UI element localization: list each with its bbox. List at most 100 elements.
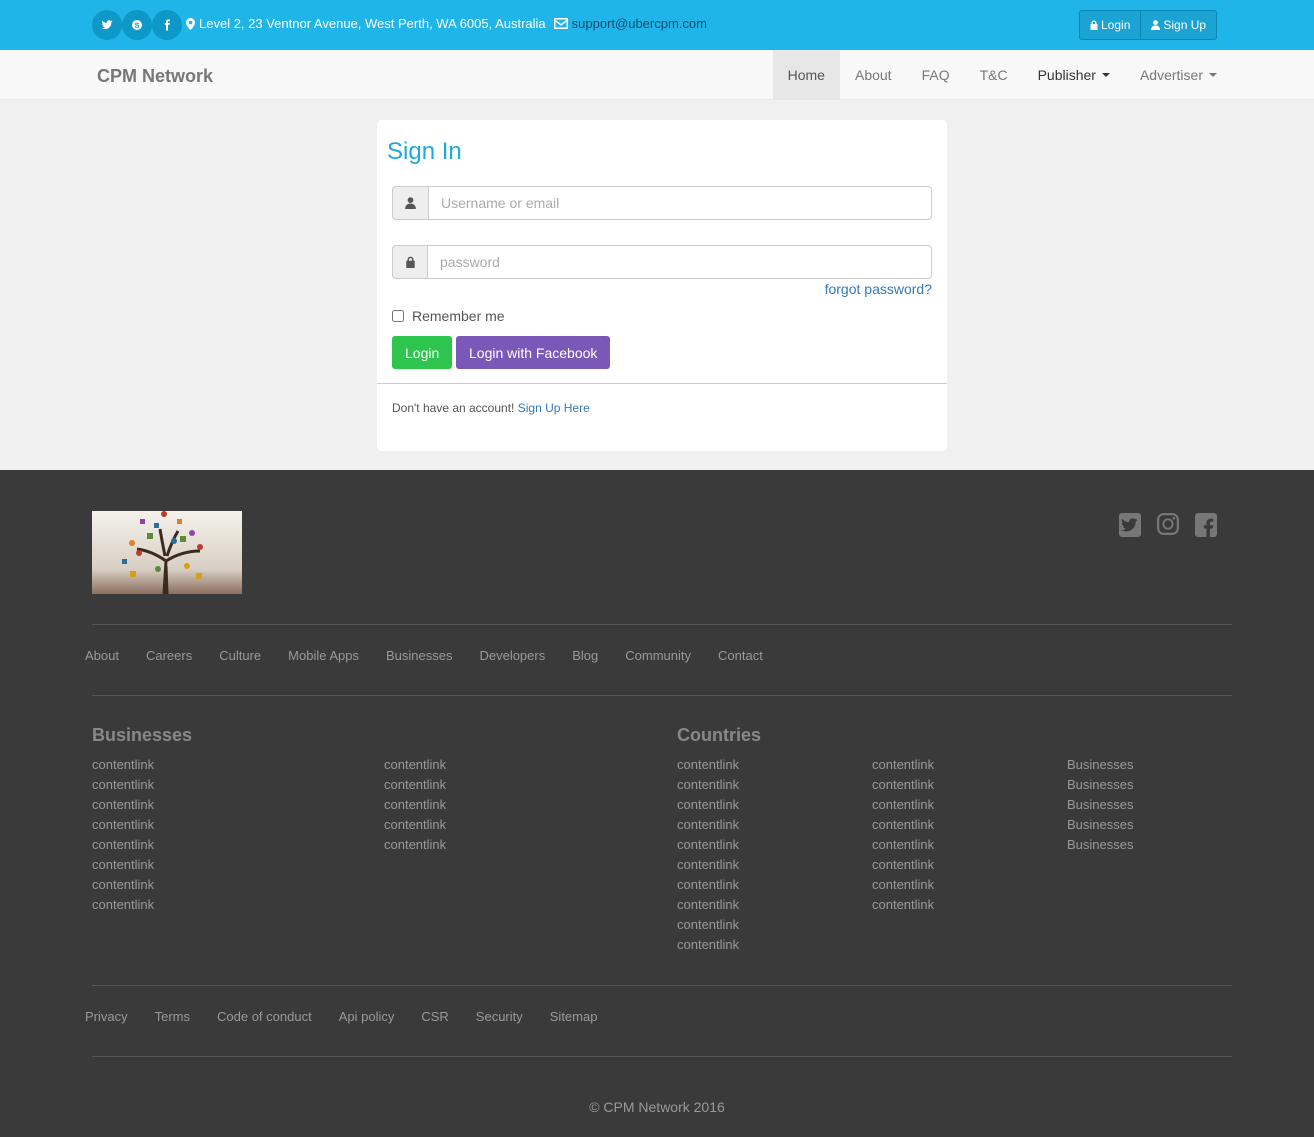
list-item[interactable]: contentlink: [677, 815, 739, 835]
list-item[interactable]: contentlink: [872, 795, 934, 815]
footer-link-businesses[interactable]: Businesses: [386, 648, 452, 663]
list-item[interactable]: contentlink: [872, 895, 934, 915]
list-item[interactable]: Businesses: [1067, 795, 1133, 815]
list-item[interactable]: contentlink: [384, 835, 446, 855]
twitter-icon[interactable]: [92, 10, 122, 40]
nav-about[interactable]: About: [840, 50, 907, 100]
remember-label: Remember me: [412, 308, 505, 324]
signup-prompt: Don't have an account! Sign Up Here: [392, 401, 590, 415]
list-item[interactable]: contentlink: [92, 775, 154, 795]
signup-label: Sign Up: [1163, 18, 1207, 32]
footer-link-blog[interactable]: Blog: [572, 648, 598, 663]
footer: About Careers Culture Mobile Apps Busine…: [0, 470, 1314, 1137]
remember-me[interactable]: Remember me: [392, 308, 505, 324]
footer-link-privacy[interactable]: Privacy: [85, 1009, 128, 1024]
list-item[interactable]: contentlink: [872, 835, 934, 855]
skype-icon[interactable]: [122, 10, 152, 40]
nav-home[interactable]: Home: [772, 50, 840, 100]
list-item[interactable]: contentlink: [92, 755, 154, 775]
list-item[interactable]: contentlink: [677, 775, 739, 795]
list-item[interactable]: Businesses: [1067, 815, 1133, 835]
forgot-password-link[interactable]: forgot password?: [825, 281, 932, 297]
signup-button[interactable]: Sign Up: [1140, 11, 1217, 39]
list-item[interactable]: Businesses: [1067, 755, 1133, 775]
footer-link-developers[interactable]: Developers: [479, 648, 545, 663]
businesses-column-2: contentlink contentlink contentlink cont…: [384, 755, 446, 855]
list-item[interactable]: contentlink: [872, 755, 934, 775]
signin-card: Sign In forgot password? Remember me Log…: [377, 120, 947, 451]
auth-buttons: Login Sign Up: [1079, 10, 1218, 40]
list-item[interactable]: Businesses: [1067, 775, 1133, 795]
footer-link-contact[interactable]: Contact: [718, 648, 763, 663]
nav-menu: Home About FAQ T&C Publisher Advertiser: [772, 50, 1232, 100]
list-item[interactable]: contentlink: [677, 915, 739, 935]
nav-tc[interactable]: T&C: [965, 50, 1023, 100]
footer-link-culture[interactable]: Culture: [219, 648, 261, 663]
footer-link-careers[interactable]: Careers: [146, 648, 192, 663]
email-link[interactable]: support@ubercpm.com: [572, 16, 707, 31]
list-item[interactable]: contentlink: [92, 875, 154, 895]
list-item[interactable]: contentlink: [384, 775, 446, 795]
list-item[interactable]: contentlink: [384, 795, 446, 815]
list-item[interactable]: contentlink: [677, 755, 739, 775]
caret-down-icon: [1101, 73, 1110, 77]
login-submit-button[interactable]: Login: [392, 336, 453, 369]
nav-publisher-dropdown[interactable]: Publisher: [1023, 50, 1125, 100]
password-group: [392, 245, 932, 279]
login-button[interactable]: Login: [1080, 11, 1141, 39]
signup-here-link[interactable]: Sign Up Here: [518, 401, 590, 415]
signin-title: Sign In: [387, 138, 462, 165]
password-addon: [392, 245, 427, 279]
nav-advertiser-dropdown[interactable]: Advertiser: [1125, 50, 1232, 100]
footer-divider: [92, 624, 1232, 625]
list-item[interactable]: contentlink: [677, 895, 739, 915]
footer-link-api-policy[interactable]: Api policy: [339, 1009, 395, 1024]
list-item[interactable]: contentlink: [92, 815, 154, 835]
list-item[interactable]: contentlink: [677, 835, 739, 855]
footer-divider: [92, 1056, 1232, 1057]
countries-column-3: Businesses Businesses Businesses Busines…: [1067, 755, 1133, 855]
list-item[interactable]: contentlink: [677, 795, 739, 815]
footer-link-security[interactable]: Security: [476, 1009, 523, 1024]
list-item[interactable]: contentlink: [872, 875, 934, 895]
facebook-square-icon[interactable]: [1194, 512, 1218, 541]
footer-link-community[interactable]: Community: [625, 648, 691, 663]
twitter-square-icon[interactable]: [1118, 512, 1142, 541]
list-item[interactable]: contentlink: [677, 935, 739, 955]
list-item[interactable]: contentlink: [92, 895, 154, 915]
list-item[interactable]: contentlink: [92, 835, 154, 855]
list-item[interactable]: Businesses: [1067, 835, 1133, 855]
footer-link-terms[interactable]: Terms: [155, 1009, 190, 1024]
instagram-icon[interactable]: [1156, 512, 1180, 541]
list-item[interactable]: contentlink: [872, 775, 934, 795]
footer-link-sitemap[interactable]: Sitemap: [550, 1009, 598, 1024]
list-item[interactable]: contentlink: [677, 855, 739, 875]
facebook-login-button[interactable]: Login with Facebook: [456, 336, 611, 369]
footer-link-about[interactable]: About: [85, 648, 119, 663]
list-item[interactable]: contentlink: [677, 875, 739, 895]
password-input[interactable]: [427, 245, 932, 279]
businesses-heading: Businesses: [92, 725, 193, 745]
list-item[interactable]: contentlink: [872, 815, 934, 835]
countries-column-2: contentlink contentlink contentlink cont…: [872, 755, 934, 915]
list-item[interactable]: contentlink: [92, 855, 154, 875]
footer-link-csr[interactable]: CSR: [421, 1009, 448, 1024]
countries-heading: Countries: [677, 725, 762, 745]
nav-advertiser-label: Advertiser: [1139, 67, 1203, 83]
footer-link-code-of-conduct[interactable]: Code of conduct: [217, 1009, 312, 1024]
nav-faq[interactable]: FAQ: [907, 50, 965, 100]
user-icon: [405, 197, 416, 209]
footer-link-mobile-apps[interactable]: Mobile Apps: [288, 648, 359, 663]
legal-nav: Privacy Terms Code of conduct Api policy…: [85, 1009, 624, 1024]
list-item[interactable]: contentlink: [92, 795, 154, 815]
username-input[interactable]: [428, 186, 932, 220]
list-item[interactable]: contentlink: [384, 755, 446, 775]
remember-checkbox[interactable]: [392, 310, 404, 322]
brand-logo[interactable]: CPM Network: [97, 66, 213, 87]
list-item[interactable]: contentlink: [872, 855, 934, 875]
facebook-icon[interactable]: [152, 10, 182, 40]
list-item[interactable]: contentlink: [384, 815, 446, 835]
nav-publisher-label: Publisher: [1037, 67, 1096, 83]
map-marker-icon: [186, 17, 195, 30]
user-icon: [1151, 20, 1161, 30]
